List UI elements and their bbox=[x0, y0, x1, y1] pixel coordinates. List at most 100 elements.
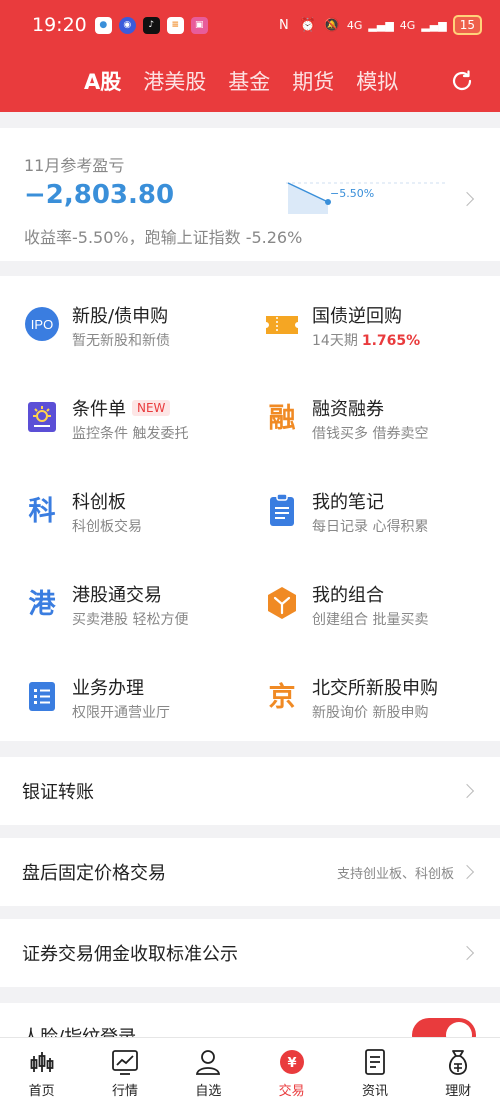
service-title: 我的笔记 bbox=[312, 492, 384, 513]
service-subtitle: 创建组合 批量买卖 bbox=[312, 612, 429, 628]
service-condition-order[interactable]: 条件单 NEW 监控条件 触发委托 bbox=[24, 391, 254, 461]
nav-label: 资讯 bbox=[361, 1084, 388, 1099]
row-label: 证券交易佣金收取标准公示 bbox=[22, 944, 238, 965]
signal-4g-icon: 4G bbox=[346, 18, 363, 32]
profit-subtitle: 收益率-5.50%，跑输上证指数 -5.26% bbox=[24, 228, 303, 247]
profit-value: −2,803.80 bbox=[24, 180, 175, 210]
ipo-icon-label: IPO bbox=[31, 317, 53, 332]
service-subtitle: 暂无新股和新债 bbox=[72, 333, 170, 349]
tab-funds[interactable]: 基金 bbox=[228, 66, 270, 96]
service-title: 北交所新股申购 bbox=[312, 678, 438, 699]
star-market-icon-glyph: 科 bbox=[29, 496, 56, 527]
tab-simulation[interactable]: 模拟 bbox=[356, 66, 398, 96]
battery-icon: 15 bbox=[452, 15, 482, 35]
service-title: 融资融券 bbox=[312, 399, 384, 420]
service-title: 国债逆回购 bbox=[312, 306, 402, 327]
service-ipo-subscription[interactable]: IPO 新股/债申购 暂无新股和新债 bbox=[24, 298, 254, 368]
business-icon bbox=[24, 678, 60, 714]
service-treasury-repo[interactable]: 国债逆回购 14天期 1.765% bbox=[264, 298, 494, 368]
ipo-icon: IPO bbox=[24, 306, 60, 342]
alarm-icon: ⏰ bbox=[299, 17, 316, 33]
tiktok-app-icon: ♪ bbox=[142, 16, 160, 34]
repo-term: 14天期 bbox=[312, 333, 358, 349]
tab-futures[interactable]: 期货 bbox=[292, 66, 334, 96]
chevron-right-icon bbox=[459, 783, 475, 799]
service-title: 科创板 bbox=[72, 492, 126, 513]
shopping-app-icon: ▣ bbox=[190, 16, 208, 34]
bse-icon-glyph: 京 bbox=[269, 681, 296, 713]
refresh-icon[interactable] bbox=[450, 69, 474, 93]
new-badge: NEW bbox=[132, 400, 171, 416]
star-market-icon: 科 bbox=[24, 492, 60, 528]
hk-connect-icon: 港 bbox=[24, 585, 60, 621]
service-subtitle: 科创板交易 bbox=[72, 519, 142, 535]
status-bar: 19:20 ● ◉ ♪ ≡ ▣ N ⏰ 🔕 4G ▂▄▆ 4G ▂▄▆ 15 bbox=[0, 0, 500, 50]
nav-market[interactable]: 行情 bbox=[83, 1038, 166, 1105]
nav-label: 首页 bbox=[28, 1084, 55, 1099]
condition-order-icon bbox=[24, 399, 60, 435]
service-business-handling[interactable]: 业务办理 权限开通营业厅 bbox=[24, 670, 254, 740]
bse-icon: 京 bbox=[264, 678, 300, 714]
service-subtitle: 新股询价 新股申购 bbox=[312, 705, 429, 721]
service-title: 新股/债申购 bbox=[72, 306, 169, 327]
row-face-fingerprint-login[interactable]: 人脸/指纹登录 bbox=[0, 1003, 500, 1037]
service-subtitle: 监控条件 触发委托 bbox=[72, 426, 189, 442]
nav-label: 交易 bbox=[278, 1084, 305, 1099]
nfc-icon: N bbox=[279, 17, 289, 33]
message-app-icon: ● bbox=[94, 16, 112, 34]
service-my-portfolio[interactable]: 我的组合 创建组合 批量买卖 bbox=[264, 577, 494, 647]
service-subtitle: 每日记录 心得积累 bbox=[312, 519, 429, 535]
news-icon bbox=[365, 1049, 385, 1075]
service-title: 我的组合 bbox=[312, 585, 384, 606]
service-bse-ipo[interactable]: 京 北交所新股申购 新股询价 新股申购 bbox=[264, 670, 494, 740]
market-chart-icon bbox=[112, 1050, 138, 1075]
chevron-right-icon bbox=[459, 945, 475, 961]
services-grid: IPO 新股/债申购 暂无新股和新债 国债逆回购 14天期 1.765% 条件单 N… bbox=[0, 276, 500, 741]
nav-label: 行情 bbox=[111, 1084, 138, 1099]
wealth-bag-icon bbox=[449, 1050, 468, 1075]
profit-title: 11月参考盈亏 bbox=[24, 156, 125, 175]
mute-icon: 🔕 bbox=[323, 17, 340, 33]
ticket-icon bbox=[264, 306, 300, 342]
monthly-profit-card[interactable]: 11月参考盈亏 −2,803.80 −5.50% 收益率-5.50%，跑输上证指… bbox=[0, 128, 500, 261]
browser-app-icon: ◉ bbox=[118, 16, 136, 34]
service-subtitle: 借钱买多 借券卖空 bbox=[312, 426, 429, 442]
hk-connect-icon-glyph: 港 bbox=[29, 589, 57, 620]
margin-icon: 融 bbox=[264, 399, 300, 435]
nav-wealth[interactable]: 理财 bbox=[417, 1038, 500, 1105]
service-title: 条件单 NEW bbox=[72, 395, 171, 421]
tab-hk-us-stocks[interactable]: 港美股 bbox=[143, 66, 206, 96]
watchlist-person-icon bbox=[196, 1050, 221, 1075]
service-my-notes[interactable]: 我的笔记 每日记录 心得积累 bbox=[264, 484, 494, 554]
chevron-right-icon bbox=[459, 191, 475, 207]
row-label: 人脸/指纹登录 bbox=[22, 1023, 136, 1037]
row-bank-securities-transfer[interactable]: 银证转账 bbox=[0, 757, 500, 825]
service-subtitle: 买卖港股 轻松方便 bbox=[72, 612, 189, 628]
chevron-right-icon bbox=[459, 864, 475, 880]
row-hint: 支持创业板、科创板 bbox=[336, 866, 454, 882]
service-subtitle: 权限开通营业厅 bbox=[72, 705, 170, 721]
condition-order-label: 条件单 bbox=[72, 399, 126, 420]
service-hk-connect[interactable]: 港 港股通交易 买卖港股 轻松方便 bbox=[24, 577, 254, 647]
margin-icon-glyph: 融 bbox=[269, 403, 296, 434]
row-after-hours-fixed-price[interactable]: 盘后固定价格交易 支持创业板、科创板 bbox=[0, 838, 500, 906]
notes-app-icon: ≡ bbox=[166, 16, 184, 34]
row-commission-disclosure[interactable]: 证券交易佣金收取标准公示 bbox=[0, 919, 500, 987]
service-star-market[interactable]: 科 科创板 科创板交易 bbox=[24, 484, 254, 554]
nav-watchlist[interactable]: 自选 bbox=[167, 1038, 250, 1105]
bottom-nav: 首页 行情 自选 ¥ 交易 资讯 理财 bbox=[0, 1037, 500, 1105]
notes-icon bbox=[264, 492, 300, 528]
trade-yuan-glyph: ¥ bbox=[287, 1056, 296, 1071]
tab-a-shares[interactable]: A股 bbox=[84, 66, 121, 96]
battery-level: 15 bbox=[459, 18, 475, 32]
login-toggle[interactable] bbox=[412, 1018, 476, 1037]
signal-bars-icon-2: ▂▄▆ bbox=[421, 18, 447, 32]
signal-bars-icon: ▂▄▆ bbox=[368, 18, 394, 32]
nav-home[interactable]: 首页 bbox=[0, 1038, 83, 1105]
service-margin-trading[interactable]: 融 融资融券 借钱买多 借券卖空 bbox=[264, 391, 494, 461]
top-tab-bar: A股 港美股 基金 期货 模拟 bbox=[0, 50, 500, 112]
service-title: 业务办理 bbox=[72, 678, 144, 699]
status-time: 19:20 bbox=[32, 14, 87, 36]
nav-trade[interactable]: ¥ 交易 bbox=[250, 1038, 333, 1105]
nav-news[interactable]: 资讯 bbox=[333, 1038, 416, 1105]
